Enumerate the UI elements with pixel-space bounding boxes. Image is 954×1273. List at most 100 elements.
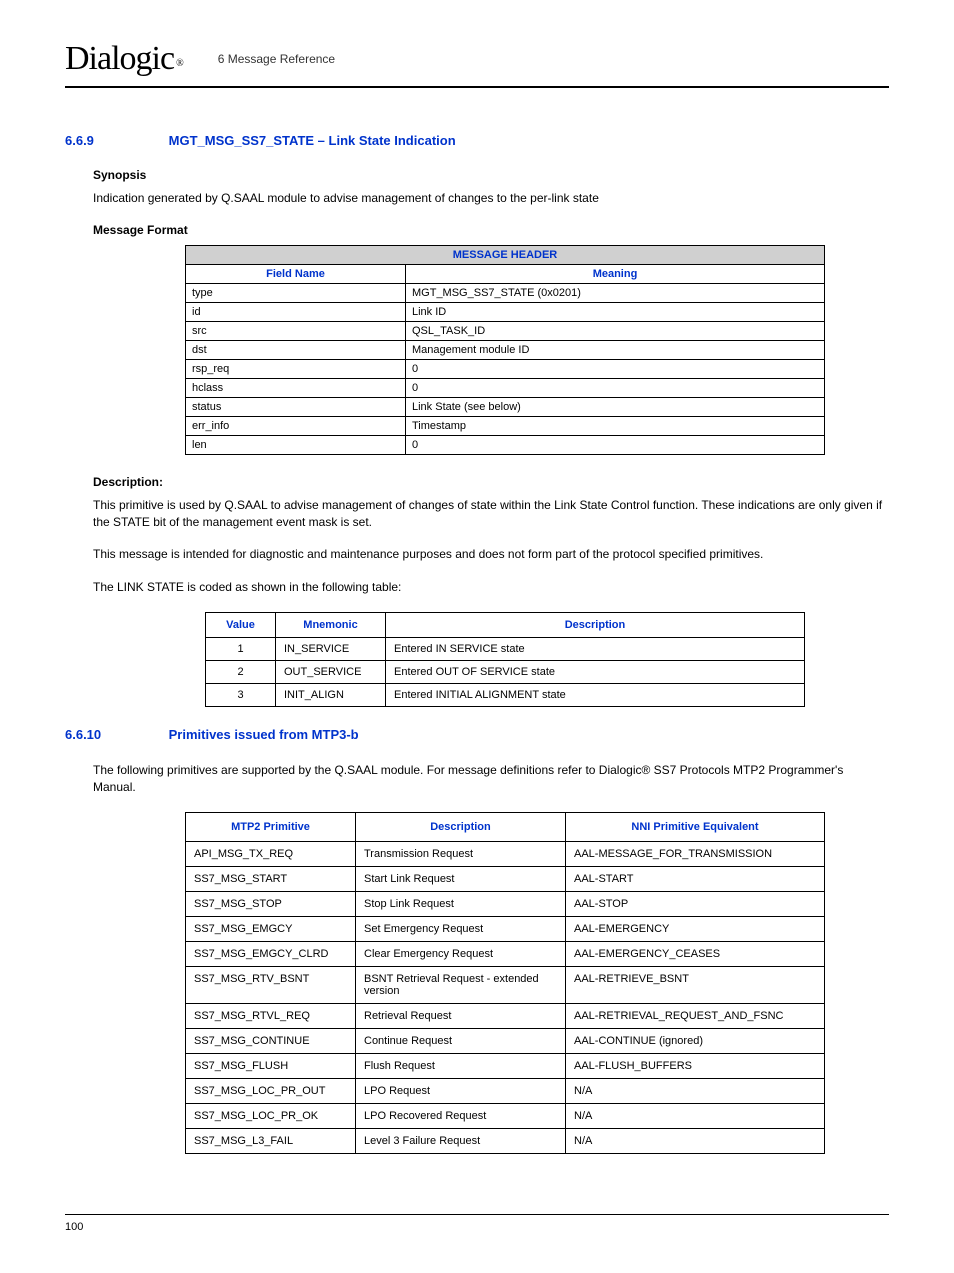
cell-meaning: MGT_MSG_SS7_STATE (0x0201): [406, 283, 825, 302]
cell-description: Continue Request: [356, 1028, 566, 1053]
cell-description: Flush Request: [356, 1053, 566, 1078]
cell-nni: AAL-MESSAGE_FOR_TRANSMISSION: [566, 841, 825, 866]
column-header-nni: NNI Primitive Equivalent: [566, 812, 825, 841]
table-row: rsp_req0: [186, 359, 825, 378]
link-state-table: Value Mnemonic Description 1IN_SERVICEEn…: [205, 612, 805, 707]
table-row: 3INIT_ALIGNEntered INITIAL ALIGNMENT sta…: [206, 683, 805, 706]
column-header-primitive: MTP2 Primitive: [186, 812, 356, 841]
table-row: SS7_MSG_RTVL_REQRetrieval RequestAAL-RET…: [186, 1003, 825, 1028]
cell-description: Entered OUT OF SERVICE state: [386, 660, 805, 683]
cell-nni: N/A: [566, 1078, 825, 1103]
cell-primitive: SS7_MSG_STOP: [186, 891, 356, 916]
cell-nni: AAL-CONTINUE (ignored): [566, 1028, 825, 1053]
table-row: dstManagement module ID: [186, 340, 825, 359]
page-footer: 100: [65, 1214, 889, 1233]
description-p2: This message is intended for diagnostic …: [93, 546, 889, 563]
table-row: API_MSG_TX_REQTransmission RequestAAL-ME…: [186, 841, 825, 866]
table-row: typeMGT_MSG_SS7_STATE (0x0201): [186, 283, 825, 302]
table-row: SS7_MSG_LOC_PR_OKLPO Recovered RequestN/…: [186, 1103, 825, 1128]
cell-nni: AAL-RETRIEVE_BSNT: [566, 966, 825, 1003]
column-header-description: Description: [356, 812, 566, 841]
cell-description: Transmission Request: [356, 841, 566, 866]
cell-value: 3: [206, 683, 276, 706]
cell-description: Stop Link Request: [356, 891, 566, 916]
page-header: Dialogic® 6 Message Reference: [65, 40, 889, 88]
cell-primitive: SS7_MSG_RTV_BSNT: [186, 966, 356, 1003]
cell-primitive: SS7_MSG_CONTINUE: [186, 1028, 356, 1053]
cell-meaning: 0: [406, 378, 825, 397]
column-header-field: Field Name: [186, 264, 406, 283]
section-number: 6.6.10: [65, 727, 165, 742]
cell-nni: AAL-FLUSH_BUFFERS: [566, 1053, 825, 1078]
cell-primitive: API_MSG_TX_REQ: [186, 841, 356, 866]
cell-meaning: Management module ID: [406, 340, 825, 359]
cell-nni: N/A: [566, 1128, 825, 1153]
table-row: SS7_MSG_EMGCY_CLRDClear Emergency Reques…: [186, 941, 825, 966]
table-row: SS7_MSG_EMGCYSet Emergency RequestAAL-EM…: [186, 916, 825, 941]
synopsis-label: Synopsis: [93, 168, 889, 182]
cell-field: hclass: [186, 378, 406, 397]
table-row: SS7_MSG_LOC_PR_OUTLPO RequestN/A: [186, 1078, 825, 1103]
cell-field: status: [186, 397, 406, 416]
cell-description: Clear Emergency Request: [356, 941, 566, 966]
cell-nni: AAL-START: [566, 866, 825, 891]
cell-value: 1: [206, 637, 276, 660]
cell-description: BSNT Retrieval Request - extended versio…: [356, 966, 566, 1003]
section-title: Primitives issued from MTP3-b: [169, 727, 359, 742]
table-row: hclass0: [186, 378, 825, 397]
cell-field: type: [186, 283, 406, 302]
table-row: SS7_MSG_CONTINUEContinue RequestAAL-CONT…: [186, 1028, 825, 1053]
section-heading-6610: 6.6.10 Primitives issued from MTP3-b: [65, 727, 889, 742]
cell-description: LPO Request: [356, 1078, 566, 1103]
table-row: SS7_MSG_STOPStop Link RequestAAL-STOP: [186, 891, 825, 916]
cell-primitive: SS7_MSG_EMGCY: [186, 916, 356, 941]
cell-description: Level 3 Failure Request: [356, 1128, 566, 1153]
cell-nni: AAL-STOP: [566, 891, 825, 916]
table-row: SS7_MSG_STARTStart Link RequestAAL-START: [186, 866, 825, 891]
cell-meaning: Timestamp: [406, 416, 825, 435]
page-number: 100: [65, 1221, 83, 1233]
cell-field: len: [186, 435, 406, 454]
table-row: len0: [186, 435, 825, 454]
message-header-table: MESSAGE HEADER Field Name Meaning typeMG…: [185, 245, 825, 455]
table-row: statusLink State (see below): [186, 397, 825, 416]
cell-description: Entered IN SERVICE state: [386, 637, 805, 660]
cell-description: Set Emergency Request: [356, 916, 566, 941]
cell-field: src: [186, 321, 406, 340]
cell-meaning: QSL_TASK_ID: [406, 321, 825, 340]
section-title: MGT_MSG_SS7_STATE – Link State Indicatio…: [169, 133, 456, 148]
table-row: SS7_MSG_L3_FAILLevel 3 Failure RequestN/…: [186, 1128, 825, 1153]
cell-field: err_info: [186, 416, 406, 435]
cell-nni: AAL-EMERGENCY: [566, 916, 825, 941]
cell-nni: AAL-EMERGENCY_CEASES: [566, 941, 825, 966]
cell-description: LPO Recovered Request: [356, 1103, 566, 1128]
cell-primitive: SS7_MSG_EMGCY_CLRD: [186, 941, 356, 966]
cell-primitive: SS7_MSG_START: [186, 866, 356, 891]
cell-nni: N/A: [566, 1103, 825, 1128]
cell-field: id: [186, 302, 406, 321]
description-p1: This primitive is used by Q.SAAL to advi…: [93, 497, 889, 531]
section-heading-669: 6.6.9 MGT_MSG_SS7_STATE – Link State Ind…: [65, 133, 889, 148]
column-header-meaning: Meaning: [406, 264, 825, 283]
cell-meaning: 0: [406, 435, 825, 454]
table-row: 2OUT_SERVICEEntered OUT OF SERVICE state: [206, 660, 805, 683]
description-p3: The LINK STATE is coded as shown in the …: [93, 579, 889, 596]
cell-description: Retrieval Request: [356, 1003, 566, 1028]
column-header-mnemonic: Mnemonic: [276, 612, 386, 637]
cell-mnemonic: OUT_SERVICE: [276, 660, 386, 683]
cell-field: rsp_req: [186, 359, 406, 378]
cell-mnemonic: INIT_ALIGN: [276, 683, 386, 706]
cell-primitive: SS7_MSG_RTVL_REQ: [186, 1003, 356, 1028]
table-row: srcQSL_TASK_ID: [186, 321, 825, 340]
cell-meaning: Link State (see below): [406, 397, 825, 416]
cell-description: Entered INITIAL ALIGNMENT state: [386, 683, 805, 706]
cell-mnemonic: IN_SERVICE: [276, 637, 386, 660]
synopsis-text: Indication generated by Q.SAAL module to…: [93, 190, 889, 207]
table-row: idLink ID: [186, 302, 825, 321]
cell-primitive: SS7_MSG_LOC_PR_OK: [186, 1103, 356, 1128]
logo: Dialogic®: [65, 40, 183, 78]
cell-primitive: SS7_MSG_FLUSH: [186, 1053, 356, 1078]
cell-meaning: 0: [406, 359, 825, 378]
chapter-reference: 6 Message Reference: [218, 52, 335, 66]
mtp2-primitives-table: MTP2 Primitive Description NNI Primitive…: [185, 812, 825, 1154]
